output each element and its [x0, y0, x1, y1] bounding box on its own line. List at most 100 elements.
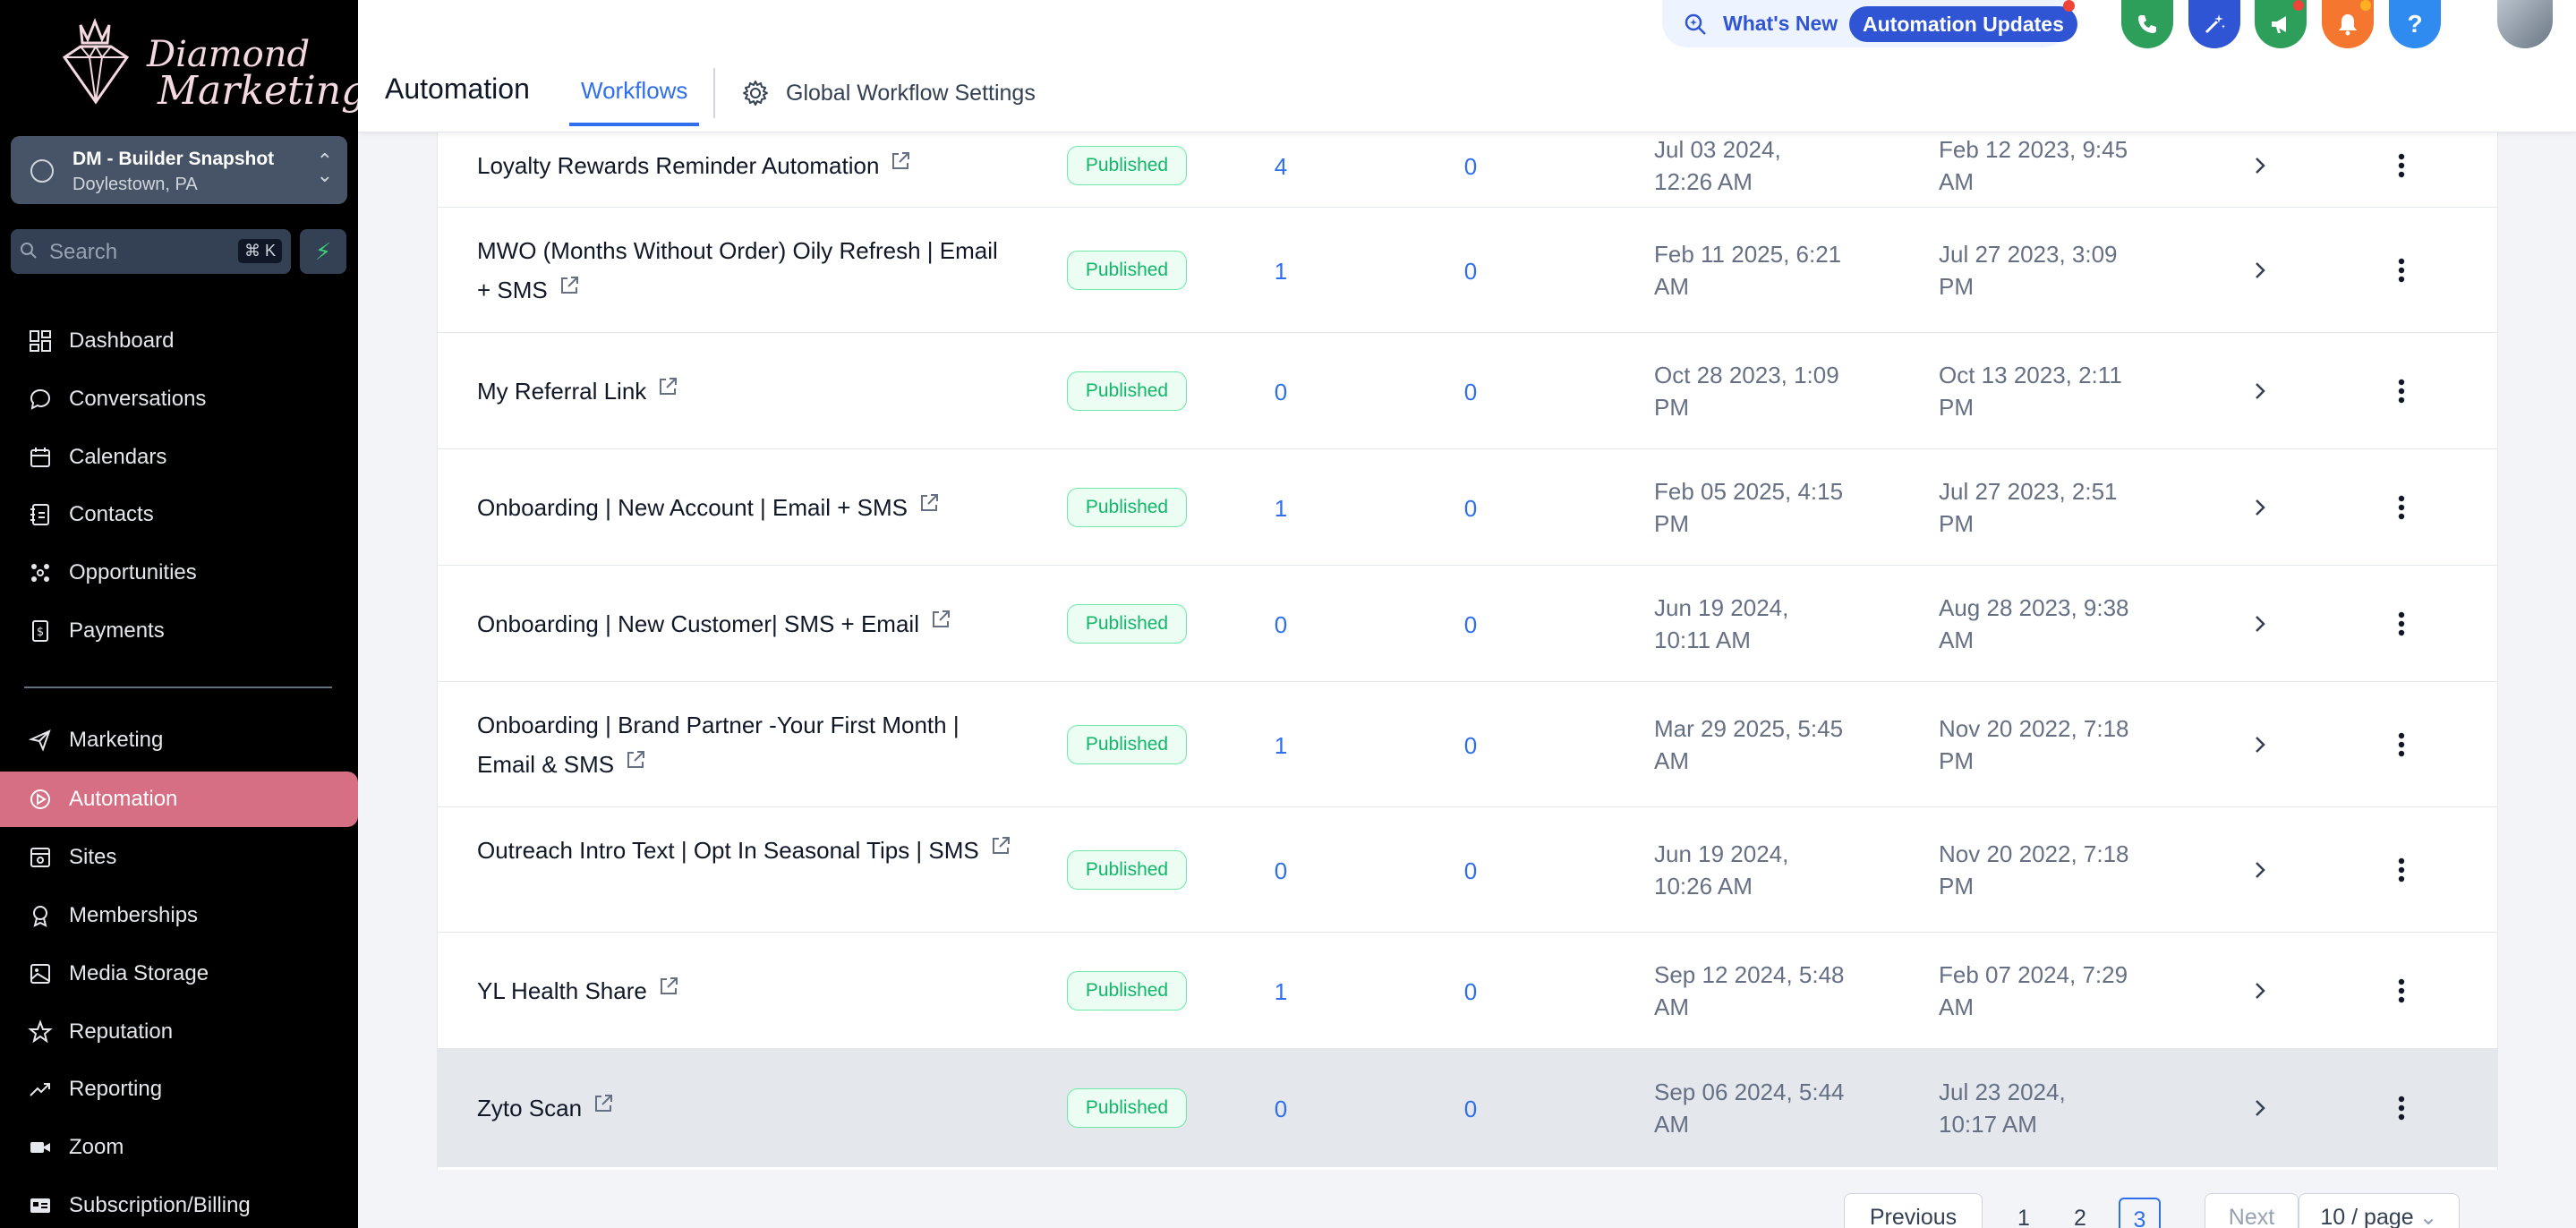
workflow-name[interactable]: Onboarding | Brand Partner -Your First M…	[477, 705, 1014, 786]
external-link-icon[interactable]	[657, 370, 678, 409]
enrolled-count[interactable]: 0	[1263, 611, 1299, 639]
workflow-name[interactable]: Outreach Intro Text | Opt In Seasonal Ti…	[477, 831, 1014, 872]
active-count[interactable]: 0	[1453, 379, 1488, 406]
page-3-button[interactable]: 3	[2119, 1198, 2161, 1228]
chevron-right-icon[interactable]	[2253, 735, 2267, 759]
workflow-name[interactable]: Onboarding | New Customer| SMS + Email	[477, 604, 1014, 645]
automation-updates-button[interactable]: Automation Updates	[1849, 6, 2077, 42]
chevron-right-icon[interactable]	[2253, 614, 2267, 638]
active-count[interactable]: 0	[1453, 978, 1488, 1006]
account-switcher[interactable]: DM - Builder Snapshot Doylestown, PA ⌃ ⌄	[11, 136, 347, 204]
ai-assistant-button[interactable]	[2188, 0, 2240, 48]
chat-icon	[25, 384, 55, 414]
more-options-icon[interactable]	[2398, 1095, 2405, 1126]
sidebar-item-media-storage[interactable]: Media Storage	[0, 946, 358, 1002]
chevron-right-icon[interactable]	[2253, 260, 2267, 285]
workflow-name[interactable]: YL Health Share	[477, 971, 1014, 1012]
enrolled-count[interactable]: 4	[1263, 153, 1299, 181]
sidebar-item-dashboard[interactable]: Dashboard	[0, 313, 358, 369]
send-icon	[25, 725, 55, 755]
workflow-name[interactable]: My Referral Link	[477, 371, 1014, 413]
sidebar-item-calendars[interactable]: Calendars	[0, 430, 358, 485]
table-row[interactable]: Onboarding | New Account | Email + SMS Pu…	[438, 449, 2497, 566]
sidebar-item-automation[interactable]: Automation	[0, 772, 358, 827]
sidebar-item-marketing[interactable]: Marketing	[0, 712, 358, 768]
more-options-icon[interactable]	[2398, 610, 2405, 642]
table-row[interactable]: YL Health Share Published 1 0 Sep 12 2024, 5…	[438, 933, 2497, 1049]
more-options-icon[interactable]	[2398, 152, 2405, 183]
active-count[interactable]: 0	[1453, 732, 1488, 760]
active-count[interactable]: 0	[1453, 258, 1488, 286]
active-count[interactable]: 0	[1453, 857, 1488, 885]
more-options-icon[interactable]	[2398, 977, 2405, 1009]
previous-page-button[interactable]: Previous	[1844, 1193, 1983, 1228]
user-avatar[interactable]	[2497, 0, 2553, 48]
active-count[interactable]: 0	[1453, 495, 1488, 523]
chevron-right-icon[interactable]	[2253, 156, 2267, 180]
chevron-right-icon[interactable]	[2253, 1098, 2267, 1122]
enrolled-count[interactable]: 1	[1263, 258, 1299, 286]
chevron-right-icon[interactable]	[2253, 498, 2267, 522]
page-2-button[interactable]: 2	[2074, 1206, 2086, 1228]
sidebar-item-label: Sites	[69, 845, 117, 869]
enrolled-count[interactable]: 1	[1263, 495, 1299, 523]
enrolled-count[interactable]: 1	[1263, 732, 1299, 760]
brand-logo[interactable]: Diamond Marketing	[50, 13, 366, 114]
active-count[interactable]: 0	[1453, 1096, 1488, 1123]
external-link-icon[interactable]	[593, 1087, 614, 1126]
tab-workflows[interactable]: Workflows	[569, 59, 700, 126]
more-options-icon[interactable]	[2398, 494, 2405, 525]
tab-label: Global Workflow Settings	[786, 80, 1036, 106]
workflow-name[interactable]: Loyalty Rewards Reminder Automation	[477, 146, 1014, 187]
sidebar-item-opportunities[interactable]: Opportunities	[0, 545, 358, 601]
tab-global-workflow-settings[interactable]: Global Workflow Settings	[741, 79, 1036, 107]
workflow-name[interactable]: MWO (Months Without Order) Oily Refresh …	[477, 231, 1014, 311]
search-input[interactable]: Search ⌘ K	[11, 229, 291, 274]
sidebar-item-reputation[interactable]: Reputation	[0, 1004, 358, 1060]
active-count[interactable]: 0	[1453, 611, 1488, 639]
chevron-right-icon[interactable]	[2253, 860, 2267, 884]
external-link-icon[interactable]	[930, 602, 951, 642]
enrolled-count[interactable]: 0	[1263, 1096, 1299, 1123]
enrolled-count[interactable]: 1	[1263, 978, 1299, 1006]
sidebar-item-sites[interactable]: Sites	[0, 830, 358, 885]
external-link-icon[interactable]	[918, 486, 940, 525]
external-link-icon[interactable]	[890, 144, 911, 183]
active-count[interactable]: 0	[1453, 153, 1488, 181]
quick-action-button[interactable]: ⚡	[300, 229, 346, 274]
next-page-button[interactable]: Next	[2205, 1193, 2299, 1228]
sidebar-item-payments[interactable]: $ Payments	[0, 603, 358, 659]
workflow-name[interactable]: Zyto Scan	[477, 1088, 1014, 1130]
table-row[interactable]: MWO (Months Without Order) Oily Refresh …	[438, 208, 2497, 333]
sidebar-item-contacts[interactable]: Contacts	[0, 487, 358, 542]
chevron-right-icon[interactable]	[2253, 981, 2267, 1005]
sidebar-item-reporting[interactable]: Reporting	[0, 1062, 358, 1117]
more-options-icon[interactable]	[2398, 378, 2405, 409]
external-link-icon[interactable]	[990, 829, 1011, 868]
external-link-icon[interactable]	[559, 269, 580, 308]
sidebar-item-conversations[interactable]: Conversations	[0, 371, 358, 427]
sidebar-item-billing[interactable]: Subscription/Billing	[0, 1178, 358, 1228]
external-link-icon[interactable]	[658, 969, 679, 1009]
workflow-name[interactable]: Onboarding | New Account | Email + SMS	[477, 488, 1014, 529]
more-options-icon[interactable]	[2398, 731, 2405, 763]
more-options-icon[interactable]	[2398, 857, 2405, 888]
per-page-select[interactable]: 10 / page ⌄	[2299, 1193, 2460, 1228]
external-link-icon[interactable]	[625, 743, 646, 782]
more-options-icon[interactable]	[2398, 257, 2405, 288]
phone-button[interactable]	[2121, 0, 2173, 48]
enrolled-count[interactable]: 0	[1263, 857, 1299, 885]
whats-new-link[interactable]: What's New	[1723, 12, 1838, 36]
chevron-right-icon[interactable]	[2253, 381, 2267, 405]
page-1-button[interactable]: 1	[2017, 1206, 2030, 1228]
table-row[interactable]: Zyto Scan Published 0 0 Sep 06 2024, 5:44 AM J…	[438, 1049, 2497, 1167]
table-row[interactable]: Onboarding | Brand Partner -Your First M…	[438, 682, 2497, 807]
table-row[interactable]: Outreach Intro Text | Opt In Seasonal Ti…	[438, 807, 2497, 933]
table-row[interactable]: Onboarding | New Customer| SMS + Email Pu…	[438, 566, 2497, 682]
table-row[interactable]: My Referral Link Published 0 0 Oct 28 2023, …	[438, 333, 2497, 449]
help-button[interactable]: ?	[2389, 0, 2441, 48]
table-row[interactable]: Loyalty Rewards Reminder Automation Publi…	[438, 124, 2497, 208]
sidebar-item-zoom[interactable]: Zoom	[0, 1120, 358, 1175]
enrolled-count[interactable]: 0	[1263, 379, 1299, 406]
sidebar-item-memberships[interactable]: Memberships	[0, 888, 358, 943]
